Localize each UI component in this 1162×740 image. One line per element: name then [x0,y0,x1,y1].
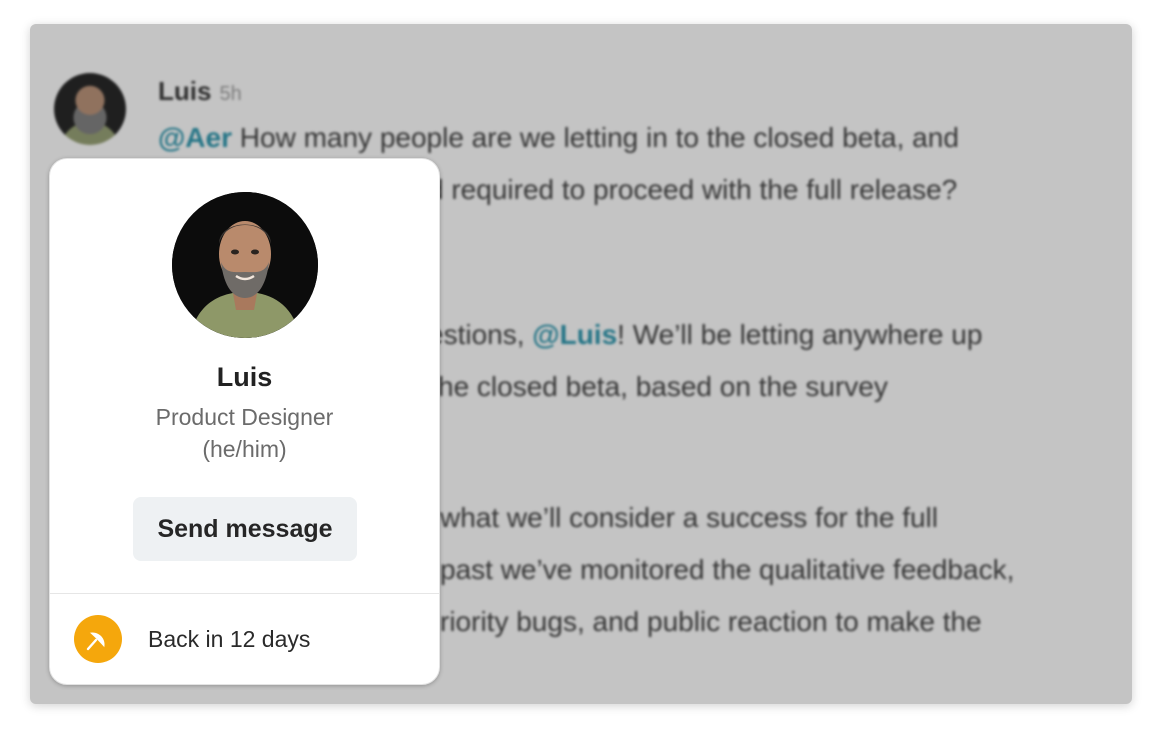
send-message-button[interactable]: Send message [133,497,357,561]
profile-pronouns: (he/him) [202,436,287,462]
profile-title: Product Designer [155,404,334,430]
umbrella-icon [74,615,122,663]
profile-avatar [172,192,318,338]
profile-card: Luis Product Designer (he/him) Send mess… [49,158,440,685]
status-text: Back in 12 days [148,626,311,652]
umbrella-glyph [86,632,105,651]
profile-name: Luis [216,362,273,392]
profile-photo [172,192,318,338]
divider [50,593,439,594]
